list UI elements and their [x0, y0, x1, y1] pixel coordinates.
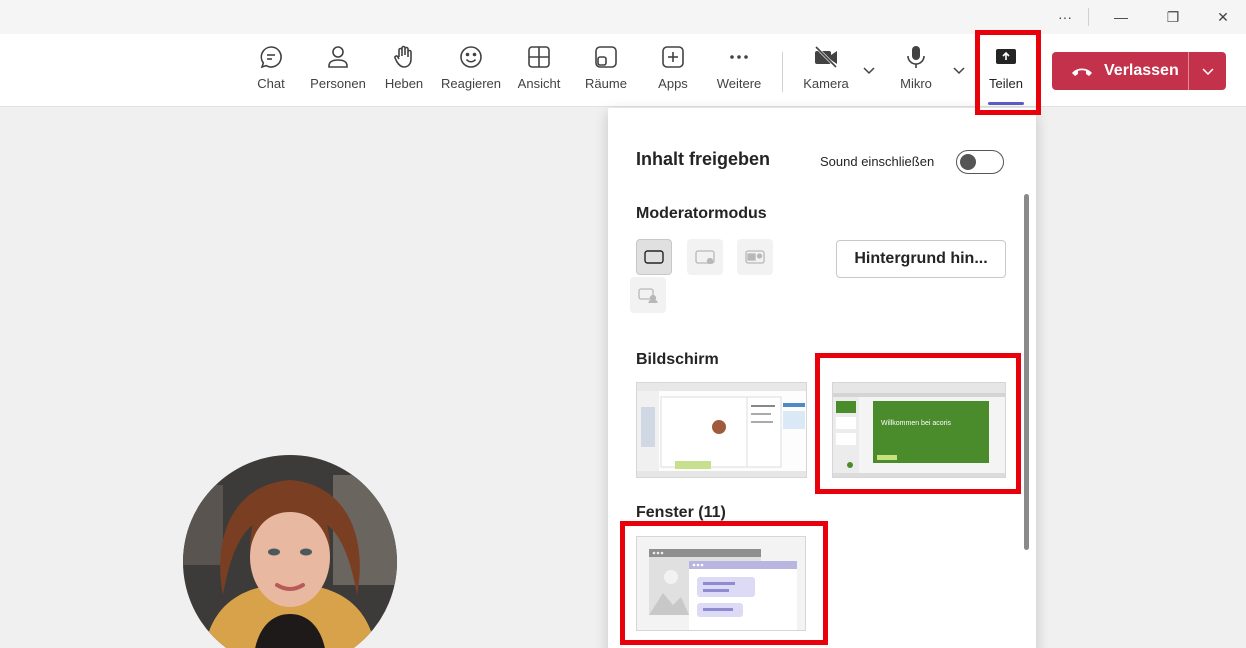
- raise-hand-label: Heben: [384, 76, 424, 91]
- minimize-icon[interactable]: —: [1098, 0, 1144, 34]
- people-label: Personen: [310, 76, 366, 91]
- share-active-indicator: [988, 102, 1024, 105]
- presenter-mode-title: Moderatormodus: [636, 205, 767, 222]
- leave-button-group: Verlassen: [1052, 52, 1226, 90]
- apps-label: Apps: [658, 76, 688, 91]
- more-options-icon[interactable]: ···: [1042, 0, 1088, 34]
- restore-icon[interactable]: ❐: [1150, 0, 1196, 34]
- share-screen-icon: [996, 49, 1016, 64]
- microphone-button[interactable]: Mikro: [883, 44, 949, 100]
- more-button[interactable]: Weitere: [706, 44, 772, 100]
- rooms-icon: [595, 46, 617, 68]
- leave-options-button[interactable]: [1189, 52, 1226, 90]
- content-only-icon: [644, 250, 664, 264]
- leave-label: Verlassen: [1104, 62, 1179, 79]
- raise-hand-icon: [394, 45, 412, 68]
- include-sound-label: Sound einschließen: [820, 154, 935, 169]
- microphone-options-chevron-icon[interactable]: [951, 62, 967, 78]
- presenter-mode-content-only[interactable]: [636, 239, 672, 275]
- camera-button[interactable]: Kamera: [793, 44, 859, 100]
- change-background-button[interactable]: Hintergrund hin...: [836, 240, 1006, 278]
- title-bar: ··· — ❐ ✕: [0, 0, 1246, 34]
- camera-label: Kamera: [803, 76, 849, 91]
- camera-off-icon: [814, 45, 838, 69]
- grid-view-icon: [528, 46, 550, 68]
- camera-options-chevron-icon[interactable]: [861, 62, 877, 78]
- presenter-mode-reporter[interactable]: [630, 277, 666, 313]
- react-label: Reagieren: [441, 76, 501, 91]
- reporter-icon: [638, 288, 658, 303]
- people-button[interactable]: Personen: [305, 44, 371, 100]
- chat-icon: [260, 46, 282, 69]
- divider: [1088, 8, 1089, 26]
- rooms-button[interactable]: Räume: [573, 44, 639, 100]
- microphone-label: Mikro: [900, 76, 932, 91]
- slide-title-text: Willkommen bei acoris: [881, 420, 952, 427]
- chat-label: Chat: [257, 76, 285, 91]
- hang-up-icon: [1072, 68, 1092, 76]
- apps-button[interactable]: Apps: [640, 44, 706, 100]
- toolbar-divider: [782, 52, 783, 92]
- window-thumbnail[interactable]: [636, 536, 806, 631]
- emoji-icon: [460, 46, 482, 68]
- toggle-knob: [960, 154, 976, 170]
- screen-section-title: Bildschirm: [636, 351, 719, 368]
- presenter-mode-standout[interactable]: [687, 239, 723, 275]
- share-content-panel: Inhalt freigeben Sound einschließen Mode…: [608, 108, 1036, 648]
- rooms-label: Räume: [585, 76, 627, 91]
- react-button[interactable]: Reagieren: [438, 44, 504, 100]
- raise-hand-button[interactable]: Heben: [371, 44, 437, 100]
- close-icon[interactable]: ✕: [1200, 0, 1246, 34]
- leave-button[interactable]: Verlassen: [1052, 52, 1188, 90]
- view-label: Ansicht: [517, 76, 561, 91]
- panel-title: Inhalt freigeben: [636, 149, 771, 169]
- presenter-mode-side-by-side[interactable]: [737, 239, 773, 275]
- chat-button[interactable]: Chat: [238, 44, 304, 100]
- more-icon: [730, 55, 748, 59]
- share-button[interactable]: Teilen: [973, 44, 1039, 100]
- more-label: Weitere: [716, 76, 762, 91]
- share-label: Teilen: [989, 76, 1023, 91]
- microphone-icon: [907, 46, 925, 68]
- chevron-down-icon: [1201, 68, 1214, 76]
- standout-icon: [695, 250, 715, 265]
- screen-thumbnail-2[interactable]: Willkommen bei acoris: [832, 382, 1006, 478]
- windows-section-title: Fenster (11): [636, 504, 726, 521]
- view-button[interactable]: Ansicht: [506, 44, 572, 100]
- side-by-side-icon: [745, 250, 765, 264]
- include-sound-toggle[interactable]: [956, 150, 1004, 174]
- participant-avatar: [183, 455, 397, 648]
- screen-thumbnail-1[interactable]: [636, 382, 807, 478]
- people-icon: [328, 46, 348, 68]
- meeting-toolbar: Chat Personen Heben Reagieren Ansicht Rä…: [0, 34, 1246, 107]
- add-apps-icon: [662, 46, 684, 68]
- panel-scrollbar[interactable]: [1024, 194, 1029, 550]
